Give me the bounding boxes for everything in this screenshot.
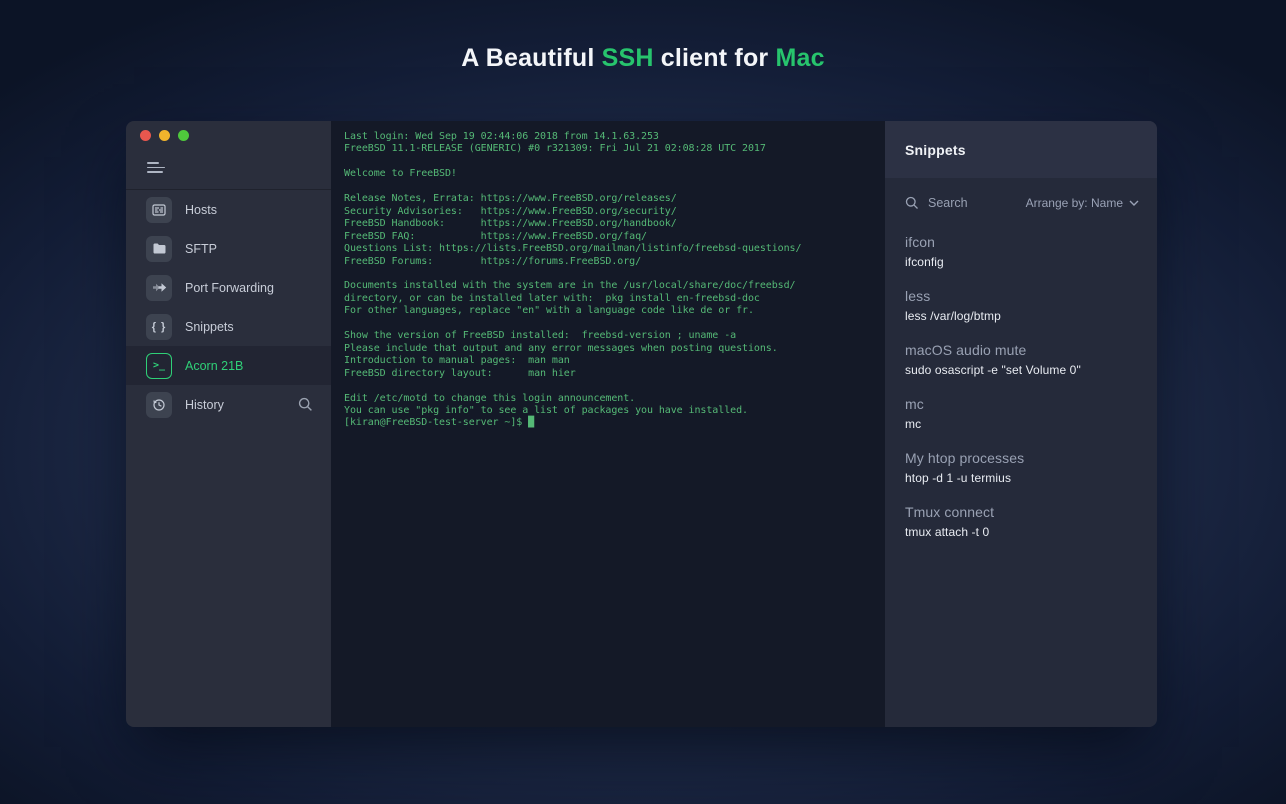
sidebar-item-label: Snippets xyxy=(185,320,313,334)
snippet-item-less[interactable]: less less /var/log/btmp xyxy=(905,288,1137,323)
snippet-item-tmux-connect[interactable]: Tmux connect tmux attach -t 0 xyxy=(905,504,1137,539)
snippet-item-ifcon[interactable]: ifcon ifconfig xyxy=(905,234,1137,269)
snippet-item-my-htop-processes[interactable]: My htop processes htop -d 1 -u termius xyxy=(905,450,1137,485)
terminal-output: Last login: Wed Sep 19 02:44:06 2018 fro… xyxy=(344,131,872,430)
sidebar-item-acorn-21b[interactable]: >_ Acorn 21B xyxy=(126,346,331,385)
arrange-by-label: Arrange by: Name xyxy=(1026,196,1123,210)
page-title: A Beautiful SSH client for Mac xyxy=(0,44,1286,73)
page-title-accent-mac: Mac xyxy=(776,44,825,72)
snippet-command: mc xyxy=(905,417,1137,431)
snippets-search-row: Arrange by: Name xyxy=(885,178,1157,228)
sidebar-item-hosts[interactable]: Hosts xyxy=(126,190,331,229)
braces-glyph: { } xyxy=(152,321,167,333)
sidebar-nav: Hosts SFTP Port Forwarding xyxy=(126,190,331,424)
menu-bar xyxy=(147,171,163,173)
sidebar-item-snippets[interactable]: { } Snippets xyxy=(126,307,331,346)
snippets-panel-header: Snippets xyxy=(885,121,1157,178)
sidebar-item-label: SFTP xyxy=(185,242,313,256)
snippet-command: htop -d 1 -u termius xyxy=(905,471,1137,485)
page-title-part2: client for xyxy=(654,44,776,72)
snippet-item-mc[interactable]: mc mc xyxy=(905,396,1137,431)
snippet-name: macOS audio mute xyxy=(905,342,1137,358)
snippet-name: ifcon xyxy=(905,234,1137,250)
menu-bar xyxy=(147,167,165,169)
sidebar-item-label: History xyxy=(185,398,298,412)
port-forwarding-icon xyxy=(146,275,172,301)
snippet-command: less /var/log/btmp xyxy=(905,309,1137,323)
menu-bar xyxy=(147,162,159,164)
history-icon xyxy=(146,392,172,418)
sidebar-item-label: Acorn 21B xyxy=(185,359,313,373)
minimize-button[interactable] xyxy=(159,130,170,141)
terminal-pane[interactable]: Last login: Wed Sep 19 02:44:06 2018 fro… xyxy=(331,121,885,727)
hosts-icon xyxy=(146,197,172,223)
search-icon xyxy=(905,196,919,210)
snippet-command: ifconfig xyxy=(905,255,1137,269)
chevron-down-icon xyxy=(1129,200,1139,206)
traffic-lights xyxy=(126,121,331,143)
terminal-icon: >_ xyxy=(146,353,172,379)
close-button[interactable] xyxy=(140,130,151,141)
folder-icon xyxy=(146,236,172,262)
snippet-name: mc xyxy=(905,396,1137,412)
sidebar-menu-icon[interactable] xyxy=(147,162,165,173)
snippet-name: Tmux connect xyxy=(905,504,1137,520)
sidebar-item-sftp[interactable]: SFTP xyxy=(126,229,331,268)
snippet-list: ifcon ifconfig less less /var/log/btmp m… xyxy=(885,228,1157,558)
sidebar-item-label: Hosts xyxy=(185,203,313,217)
snippet-command: tmux attach -t 0 xyxy=(905,525,1137,539)
snippet-name: My htop processes xyxy=(905,450,1137,466)
sidebar: Hosts SFTP Port Forwarding xyxy=(126,121,331,727)
page-title-accent-ssh: SSH xyxy=(602,44,654,72)
snippets-panel-title: Snippets xyxy=(905,142,966,158)
sidebar-item-label: Port Forwarding xyxy=(185,281,313,295)
history-search-icon[interactable] xyxy=(298,397,313,412)
terminal-glyph: >_ xyxy=(153,360,165,371)
page-title-part1: A Beautiful xyxy=(461,44,601,72)
arrange-by-dropdown[interactable]: Arrange by: Name xyxy=(1026,196,1139,210)
sidebar-item-port-forwarding[interactable]: Port Forwarding xyxy=(126,268,331,307)
zoom-button[interactable] xyxy=(178,130,189,141)
sidebar-item-history[interactable]: History xyxy=(126,385,331,424)
snippet-name: less xyxy=(905,288,1137,304)
snippet-item-macos-audio-mute[interactable]: macOS audio mute sudo osascript -e "set … xyxy=(905,342,1137,377)
search-input[interactable] xyxy=(928,196,1016,210)
snippet-command: sudo osascript -e "set Volume 0" xyxy=(905,363,1137,377)
snippets-panel: Snippets Arrange by: Name i xyxy=(885,121,1157,727)
sidebar-top xyxy=(126,121,331,190)
braces-icon: { } xyxy=(146,314,172,340)
app-window: Hosts SFTP Port Forwarding xyxy=(126,121,1157,727)
